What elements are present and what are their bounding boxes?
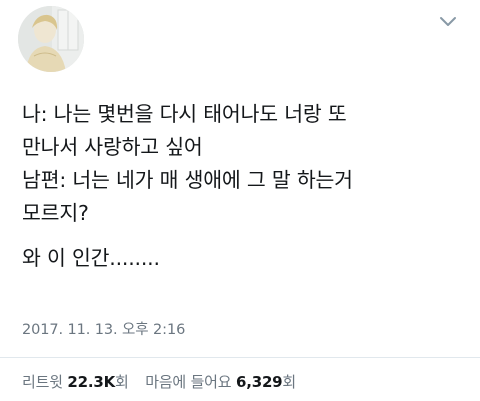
tweet-line: 와 이 인간........ [22,246,160,270]
retweets-label: 리트윗 [22,373,63,391]
tweet-line: 나: 나는 몇번을 다시 태어나도 너랑 또 [22,102,347,126]
likes-stat[interactable]: 마음에 들어요 6,329회 [145,373,296,391]
profile-photo-avatar [18,6,84,72]
tweet-line: 모르지? [22,201,89,225]
likes-label: 마음에 들어요 [145,373,232,391]
avatar[interactable] [18,6,84,72]
tweet-text: 나: 나는 몇번을 다시 태어나도 너랑 또 만나서 사랑하고 싶어 남편: 너… [22,98,472,275]
tweet-line: 남편: 너는 네가 매 생애에 그 말 하는거 [22,168,353,192]
likes-count: 6,329 [235,373,283,391]
retweets-count: 22.3K [67,373,116,391]
chevron-down-icon[interactable] [438,14,458,28]
tweet-timestamp[interactable]: 2017. 11. 13. 오후 2:16 [22,318,185,339]
divider [0,357,480,358]
tweet-stats: 리트윗 22.3K회 마음에 들어요 6,329회 [22,371,308,392]
tweet-line: 만나서 사랑하고 싶어 [22,135,203,159]
likes-unit: 회 [282,373,297,391]
retweets-unit: 회 [115,373,129,391]
retweets-stat[interactable]: 리트윗 22.3K회 [22,373,133,391]
